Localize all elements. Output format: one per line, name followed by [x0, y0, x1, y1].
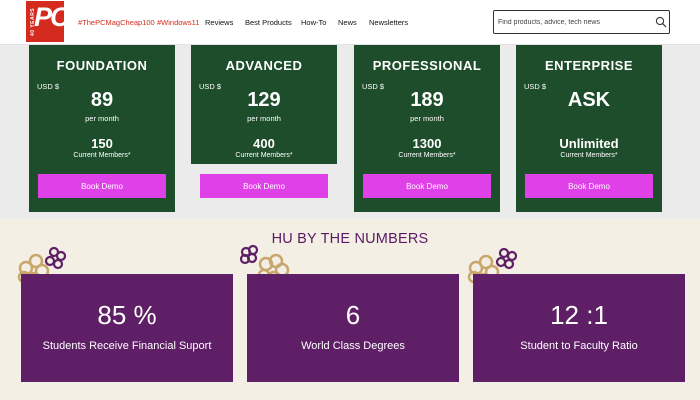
- stat-value: 12 :1: [550, 300, 608, 330]
- stat-value: 85 %: [97, 300, 157, 330]
- plan-card-enterprise: ENTERPRISE USD $ ASK Unlimited Current M…: [516, 45, 662, 212]
- plan-name: ENTERPRISE: [544, 58, 634, 73]
- plan-price: 189: [410, 89, 444, 111]
- plan-period: per month: [247, 114, 281, 123]
- plan-members: 400: [253, 136, 275, 151]
- plan-members: 1300: [412, 136, 442, 151]
- plan-name: FOUNDATION: [56, 58, 148, 73]
- nav-link-cheap100[interactable]: #ThePCMagCheap100: [78, 18, 155, 27]
- search-input[interactable]: [498, 14, 648, 30]
- nav-link-news[interactable]: News: [338, 18, 357, 27]
- plan-members-label: Current Members*: [73, 152, 131, 159]
- search-box: [493, 10, 670, 34]
- logo-years: 40 YEARS: [30, 7, 37, 37]
- stat-label: World Class Degrees: [301, 340, 405, 352]
- section-title: HU BY THE NUMBERS: [271, 231, 429, 247]
- stat-label: Students Receive Financial Suport: [42, 340, 212, 352]
- logo-text: PC: [34, 2, 69, 32]
- plan-period: per month: [410, 114, 444, 123]
- numbers-section: HU BY THE NUMBERS 85 % Students Receive …: [0, 219, 700, 400]
- plan-members-label: Current Members*: [398, 152, 456, 159]
- plan-members: Unlimited: [559, 136, 619, 151]
- stat-card-faculty-ratio: 12 :1 Student to Faculty Ratio: [473, 274, 685, 382]
- plan-price: ASK: [567, 89, 611, 111]
- stat-value: 6: [345, 300, 361, 330]
- nav-link-windows11[interactable]: #Windows11: [157, 18, 199, 27]
- stat-card-financial-support: 85 % Students Receive Financial Suport: [21, 274, 233, 382]
- nav-link-newsletters[interactable]: Newsletters: [369, 18, 408, 27]
- stat-card-degrees: 6 World Class Degrees: [247, 274, 459, 382]
- stat-label: Student to Faculty Ratio: [520, 340, 638, 352]
- book-demo-button[interactable]: Book Demo: [525, 174, 653, 198]
- pcmag-logo[interactable]: PC 40 YEARS: [26, 1, 69, 42]
- plan-name: ADVANCED: [225, 58, 303, 73]
- pricing-section: FOUNDATION USD $ 89 per month 150 Curren…: [0, 45, 700, 219]
- plan-price: 129: [247, 89, 281, 111]
- nav-link-reviews[interactable]: Reviews: [205, 18, 233, 27]
- plan-members: 150: [91, 136, 113, 151]
- plan-card-foundation: FOUNDATION USD $ 89 per month 150 Curren…: [29, 45, 175, 212]
- plan-name: PROFESSIONAL: [372, 58, 482, 73]
- plan-card-advanced: ADVANCED USD $ 129 per month 400 Current…: [191, 45, 337, 164]
- plan-price: 89: [90, 89, 114, 111]
- nav-link-best-products[interactable]: Best Products: [245, 18, 292, 27]
- book-demo-button[interactable]: Book Demo: [200, 174, 328, 198]
- search-icon[interactable]: [655, 16, 667, 28]
- book-demo-button[interactable]: Book Demo: [38, 174, 166, 198]
- plan-period: per month: [85, 114, 119, 123]
- book-demo-button[interactable]: Book Demo: [363, 174, 491, 198]
- plan-card-professional: PROFESSIONAL USD $ 189 per month 1300 Cu…: [354, 45, 500, 212]
- nav-link-how-to[interactable]: How-To: [301, 18, 326, 27]
- top-nav: PC 40 YEARS #ThePCMagCheap100 #Windows11…: [0, 0, 700, 45]
- plan-members-label: Current Members*: [560, 152, 618, 159]
- plan-members-label: Current Members*: [235, 152, 293, 159]
